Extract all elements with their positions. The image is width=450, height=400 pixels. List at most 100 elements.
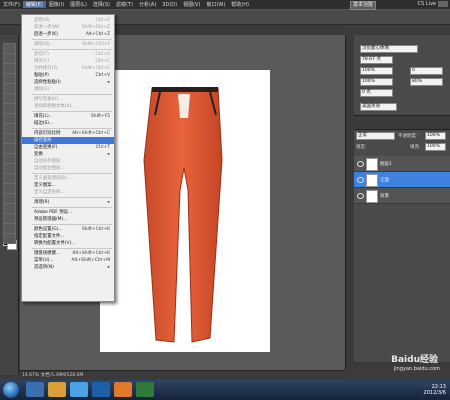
menu-item-label: 前进一步(W)	[34, 25, 60, 30]
edit-menu-item[interactable]: 填充(L)... Shift+F5	[22, 113, 114, 120]
menu-item-label: 合并拷贝(Y)	[34, 66, 58, 71]
layer-name: 正面	[380, 178, 389, 183]
menu-6[interactable]: 分析(A)	[136, 1, 159, 8]
layer-thumbnail	[366, 174, 378, 187]
menu-item-shortcut: Ctrl+X	[95, 52, 111, 57]
system-clock[interactable]: 22:13 2012/3/6	[424, 384, 446, 396]
taskbar-photoshop-icon[interactable]	[92, 382, 110, 397]
edit-menu-item[interactable]: 清理(R) ▸	[22, 199, 114, 206]
edit-menu-item[interactable]: 选择性粘贴(I) ▸	[22, 79, 114, 86]
taskbar-media-icon[interactable]	[70, 382, 88, 397]
fill-field[interactable]: 100%	[425, 143, 446, 151]
menu-10[interactable]: 帮助(H)	[228, 1, 252, 8]
menu-8[interactable]: 视图(V)	[180, 1, 203, 8]
menu-item-shortcut: Alt+Ctrl+Z	[85, 32, 110, 37]
menu-item-label: 菜单(U)...	[34, 258, 54, 263]
edit-menu-item[interactable]: 指定配置文件...	[22, 233, 114, 240]
tracking-field[interactable]: 0	[410, 67, 443, 75]
menu-item-shortcut: Shift+Ctrl+K	[81, 227, 110, 232]
workspace-switcher[interactable]: 基本功能	[350, 1, 376, 10]
edit-menu-item[interactable]: 定义图案...	[22, 182, 114, 189]
menu-item-shortcut: ▸	[107, 200, 110, 205]
edit-menu-item[interactable]: 粘贴(P) Ctrl+V	[22, 72, 114, 79]
taskbar-explorer-icon[interactable]	[48, 382, 66, 397]
edit-menu-item[interactable]: 预设管理器(M)...	[22, 216, 114, 223]
layers-panel-tabs[interactable]	[354, 120, 450, 130]
menu-1[interactable]: 编辑(E)	[22, 1, 46, 8]
menu-item-label: Adobe PDF 预设...	[34, 210, 73, 215]
watermark-url: jingyan.baidu.com	[393, 366, 440, 372]
menu-item-shortcut: Alt+Shift+Ctrl+C	[72, 131, 110, 136]
menu-3[interactable]: 图层(L)	[67, 1, 90, 8]
edit-menu-item: 清除(E)	[22, 86, 114, 93]
menu-item-label: 清除(E)	[34, 87, 49, 92]
menu-item-label: 内容识别比例	[34, 131, 61, 136]
baseline-shift-field[interactable]: 0 点	[360, 89, 393, 97]
menu-item-shortcut: Shift+Ctrl+F	[82, 42, 110, 47]
menu-item-label: 还原(O)	[34, 18, 50, 23]
taskbar-app2-icon[interactable]	[136, 382, 154, 397]
visibility-eye-icon[interactable]	[357, 161, 364, 167]
edit-menu-item[interactable]: 自由变换(F) Ctrl+T	[22, 144, 114, 151]
edit-menu-item[interactable]: 变换 ▸	[22, 151, 114, 158]
menu-item-shortcut: Ctrl+T	[95, 145, 110, 150]
menu-item-label: 转换为配置文件(V)...	[34, 241, 76, 246]
edit-menu-item[interactable]: 首选项(N) ▸	[22, 264, 114, 271]
font-family-field[interactable]: 汉仪菱心体简	[360, 45, 418, 53]
fill-label: 填充:	[410, 145, 421, 150]
collapsed-panel-strip[interactable]	[345, 35, 354, 370]
visibility-eye-icon[interactable]	[357, 177, 364, 183]
document-canvas[interactable]	[100, 70, 270, 352]
edit-menu-item[interactable]: 描边(S)...	[22, 120, 114, 127]
edit-menu-item: 拷贝(C) Ctrl+C	[22, 58, 114, 65]
menu-0[interactable]: 文件(F)	[0, 1, 23, 8]
menu-separator	[32, 94, 112, 95]
edit-menu-item[interactable]: 菜单(U)... Alt+Shift+Ctrl+M	[22, 257, 114, 264]
edit-menu-item: 自动混合图层...	[22, 165, 114, 172]
orange-pants-image	[143, 87, 223, 343]
menu-item-label: 清理(R)	[34, 200, 50, 205]
edit-menu-item[interactable]: Adobe PDF 预设...	[22, 209, 114, 216]
menu-separator	[32, 49, 112, 50]
menu-separator	[32, 111, 112, 112]
menu-item-label: 拷贝(C)	[34, 59, 50, 64]
start-button-icon[interactable]	[3, 382, 19, 398]
horizontal-scale-field[interactable]: 80%	[410, 78, 443, 86]
menu-item-shortcut: Shift+F5	[91, 114, 110, 119]
leading-field[interactable]: 100%	[360, 67, 393, 75]
edit-menu-item: 查找和替换文本(X)...	[22, 103, 114, 110]
edit-menu-item[interactable]: 颜色设置(G)... Shift+Ctrl+K	[22, 226, 114, 233]
clock-date: 2012/3/6	[423, 390, 446, 396]
language-select[interactable]: 美国英语	[360, 103, 397, 111]
edit-menu-item[interactable]: 后退一步(K) Alt+Ctrl+Z	[22, 31, 114, 38]
menu-9[interactable]: 窗口(W)	[203, 1, 228, 8]
menu-7[interactable]: 3D(D)	[159, 2, 180, 8]
edit-menu-item: 定义自定形状...	[22, 189, 114, 196]
layer-row[interactable]: 正面	[354, 172, 450, 188]
layer-row[interactable]: 背景	[354, 188, 450, 204]
tool-button-icon[interactable]	[3, 233, 16, 244]
taskbar-app-icon[interactable]	[114, 382, 132, 397]
edit-menu-item[interactable]: 键盘快捷键... Alt+Shift+Ctrl+K	[22, 250, 114, 257]
layer-row[interactable]: 图层1	[354, 156, 450, 172]
menu-bar: 文件(F) 编辑(E) 图像(I) 图层(L) 选择(S) 滤镜(T) 分析(A) 3D(D)…	[0, 0, 450, 10]
menu-separator	[32, 173, 112, 174]
opacity-field[interactable]: 100%	[425, 132, 446, 140]
character-panel: 汉仪菱心体简 78.67 点 100% 0 100% 80% 0 点 美国英语	[354, 35, 450, 116]
vertical-scale-field[interactable]: 100%	[360, 78, 393, 86]
menu-2[interactable]: 图像(I)	[46, 1, 67, 8]
menu-5[interactable]: 滤镜(T)	[113, 1, 136, 8]
edit-menu-item[interactable]: 转换为配置文件(V)...	[22, 240, 114, 247]
menu-4[interactable]: 选择(S)	[90, 1, 113, 8]
window-controls[interactable]	[438, 1, 448, 7]
cs-live-button[interactable]: CS Live	[418, 1, 436, 7]
taskbar-ie-icon[interactable]	[26, 382, 44, 397]
edit-menu-item: 还原(O) Ctrl+Z	[22, 17, 114, 24]
edit-menu-item[interactable]: 内容识别比例 Alt+Shift+Ctrl+C	[22, 130, 114, 137]
font-size-field[interactable]: 78.67 点	[360, 56, 393, 64]
blend-mode-select[interactable]: 正常	[356, 132, 395, 140]
edit-menu-item: 前进一步(W) Shift+Ctrl+Z	[22, 24, 114, 31]
edit-menu-item[interactable]: 操控变形	[22, 137, 114, 144]
visibility-eye-icon[interactable]	[357, 193, 364, 199]
menu-item-label: 变换	[34, 152, 43, 157]
